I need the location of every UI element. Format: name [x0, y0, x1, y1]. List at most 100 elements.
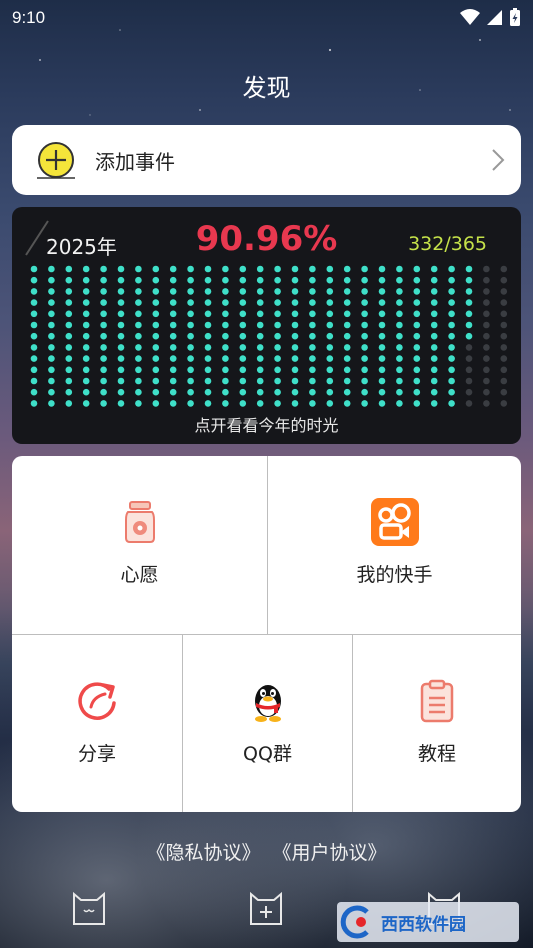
day-dot	[204, 265, 212, 273]
day-dot	[361, 355, 368, 362]
day-dot	[465, 400, 473, 407]
day-dot	[169, 366, 177, 374]
user-agreement-link[interactable]: 《用户协议》	[273, 842, 387, 864]
day-dot	[274, 288, 281, 295]
day-dot	[152, 288, 160, 295]
day-dot	[483, 388, 490, 396]
day-dot	[187, 355, 194, 362]
day-dot	[309, 321, 316, 329]
clipboard-icon	[413, 677, 461, 725]
day-dot	[500, 265, 508, 273]
privacy-policy-link[interactable]: 《隐私协议》	[146, 842, 260, 864]
day-dot	[378, 332, 386, 340]
qq-group-label: QQ群	[243, 743, 292, 765]
day-dot	[483, 366, 490, 374]
day-dot	[343, 344, 351, 351]
day-dot	[430, 400, 438, 407]
day-dot	[465, 344, 473, 351]
day-dot	[100, 321, 107, 329]
day-dot	[291, 332, 299, 340]
day-dot	[465, 366, 473, 374]
day-dot	[361, 344, 368, 351]
day-dot	[135, 332, 142, 340]
nav-home-cat-icon[interactable]	[70, 886, 108, 926]
day-dot	[187, 332, 194, 340]
day-dot	[48, 344, 55, 351]
day-dot	[361, 332, 368, 340]
day-dot	[465, 355, 473, 362]
day-dot	[117, 321, 125, 329]
jar-icon	[116, 498, 164, 546]
day-dot	[500, 355, 508, 362]
day-dot	[465, 299, 473, 306]
day-dot	[135, 344, 142, 351]
day-dot	[222, 321, 229, 329]
day-dot	[65, 288, 73, 295]
day-dot	[117, 332, 125, 340]
kuaishou-cell[interactable]: 我的快手	[268, 456, 521, 634]
status-bar: 9:10	[0, 0, 533, 36]
day-dot	[309, 310, 316, 318]
tutorial-cell[interactable]: 教程	[353, 635, 521, 812]
day-dot	[378, 321, 386, 329]
wish-cell[interactable]: 心愿	[12, 456, 267, 634]
day-dot	[239, 400, 247, 407]
day-dot	[239, 288, 247, 295]
day-dot	[65, 332, 73, 340]
day-dot	[448, 377, 455, 385]
day-dot	[274, 276, 281, 284]
day-dot	[465, 288, 473, 295]
day-dot	[256, 332, 264, 340]
day-dot	[326, 288, 334, 295]
day-dot	[413, 332, 421, 340]
day-dot	[274, 265, 281, 273]
day-dot	[500, 332, 508, 340]
day-dot	[465, 332, 473, 340]
day-dot	[413, 265, 421, 273]
day-dot	[430, 332, 438, 340]
day-dot	[274, 377, 281, 385]
day-dot	[30, 355, 38, 362]
day-dot	[169, 332, 177, 340]
day-dot	[152, 310, 160, 318]
tutorial-label: 教程	[417, 743, 456, 765]
day-dot	[291, 388, 299, 396]
year-day-count: 332/365	[408, 233, 487, 255]
day-dot	[135, 276, 142, 284]
day-dot	[204, 366, 212, 374]
day-dot	[309, 344, 316, 351]
day-dot	[222, 366, 229, 374]
day-dot	[82, 310, 90, 318]
day-dot	[361, 321, 368, 329]
day-dot	[152, 332, 160, 340]
add-event-card[interactable]: 添加事件	[12, 125, 521, 195]
year-progress-card[interactable]: 2025年 90.96% 332/365 点开看看今年的时光	[12, 207, 521, 444]
day-dot	[100, 377, 107, 385]
day-dot	[396, 288, 403, 295]
day-dot	[30, 299, 38, 306]
day-dot	[500, 321, 508, 329]
day-dot	[204, 299, 212, 306]
day-dot	[100, 288, 107, 295]
day-dot	[82, 400, 90, 407]
day-dot	[448, 344, 455, 351]
day-dot	[239, 310, 247, 318]
day-dot	[100, 388, 107, 396]
qq-group-cell[interactable]: QQ群	[183, 635, 352, 812]
nav-add-cat-icon[interactable]	[247, 886, 285, 926]
day-dot	[48, 265, 55, 273]
day-dot	[378, 344, 386, 351]
day-dot	[204, 355, 212, 362]
day-dot	[291, 400, 299, 407]
day-dot	[48, 310, 55, 318]
day-dot	[291, 265, 299, 273]
day-dot	[413, 288, 421, 295]
day-dot	[30, 344, 38, 351]
day-dot	[152, 299, 160, 306]
day-dot	[135, 265, 142, 273]
day-dot	[448, 276, 455, 284]
day-dot	[48, 276, 55, 284]
day-dot	[378, 377, 386, 385]
day-dot	[169, 299, 177, 306]
share-cell[interactable]: 分享	[12, 635, 182, 812]
